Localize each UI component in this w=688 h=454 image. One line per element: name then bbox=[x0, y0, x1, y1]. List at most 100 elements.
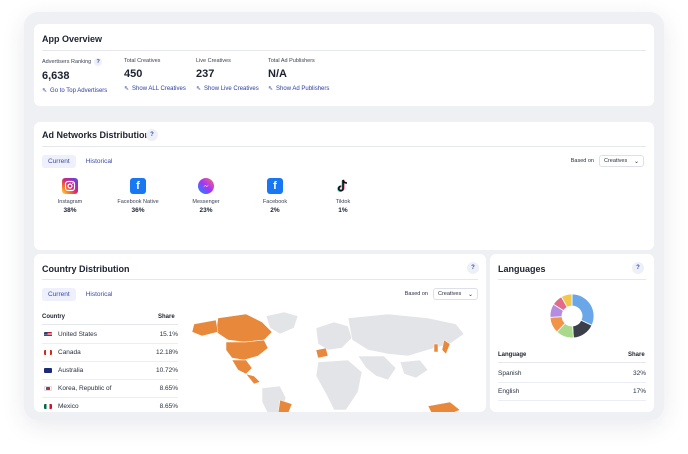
country-share: 8.65% bbox=[159, 385, 178, 392]
network-facebook-native: f Facebook Native 36% bbox=[108, 178, 168, 214]
networks-title: Ad Networks Distribution bbox=[42, 130, 151, 140]
stat-label: Total Ad Publishers bbox=[268, 58, 315, 64]
link-label: Show Ad Publishers bbox=[276, 85, 330, 92]
country-name: Mexico bbox=[58, 403, 79, 410]
table-row[interactable]: English 17% bbox=[498, 383, 646, 401]
stat-value: 6,638 bbox=[42, 70, 70, 82]
column-language: Language bbox=[498, 352, 527, 358]
language-share: 17% bbox=[632, 388, 646, 395]
network-instagram: Instagram 38% bbox=[40, 178, 100, 214]
network-percent: 38% bbox=[63, 207, 77, 214]
stat-value: 450 bbox=[124, 68, 143, 80]
country-share: 8.65% bbox=[159, 403, 178, 410]
network-name: Instagram bbox=[57, 199, 83, 205]
divider bbox=[498, 279, 646, 280]
australia-flag-icon bbox=[44, 368, 52, 373]
based-on-value: Creatives bbox=[438, 291, 462, 297]
link-label: Show Live Creatives bbox=[204, 85, 259, 92]
country-title: Country Distribution bbox=[42, 264, 130, 274]
country-name: United States bbox=[58, 331, 98, 338]
network-facebook: f Facebook 2% bbox=[245, 178, 305, 214]
mexico-flag-icon bbox=[44, 404, 52, 409]
table-row[interactable]: Mexico 8.65% bbox=[42, 398, 178, 412]
language-name: Spanish bbox=[498, 370, 522, 377]
show-ad-publishers-link[interactable]: ⇖ Show Ad Publishers bbox=[268, 85, 330, 93]
divider bbox=[42, 324, 178, 325]
go-to-top-advertisers-link[interactable]: ⇖ Go to Top Advertisers bbox=[42, 87, 108, 95]
network-percent: 23% bbox=[199, 207, 213, 214]
languages-donut-chart[interactable] bbox=[548, 292, 596, 340]
stat-advertisers-ranking: Advertisers Ranking? 6,638 ⇖ Go to Top Ad… bbox=[42, 58, 107, 94]
us-flag-icon bbox=[44, 332, 52, 337]
table-row[interactable]: Australia 10.72% bbox=[42, 362, 178, 380]
messenger-icon bbox=[198, 178, 214, 194]
tab-current[interactable]: Current bbox=[42, 155, 76, 168]
korea-flag-icon bbox=[44, 386, 52, 391]
canada-flag-icon bbox=[44, 350, 52, 355]
network-name: Facebook bbox=[262, 199, 288, 205]
show-all-creatives-link[interactable]: ⇖ Show ALL Creatives bbox=[124, 85, 186, 93]
divider bbox=[498, 362, 646, 363]
based-on-label: Based on bbox=[404, 291, 428, 297]
help-icon[interactable]: ? bbox=[146, 129, 158, 141]
tab-current[interactable]: Current bbox=[42, 288, 76, 301]
divider bbox=[42, 50, 646, 51]
tab-historical[interactable]: Historical bbox=[80, 288, 119, 301]
network-name: Messenger bbox=[192, 199, 220, 205]
stat-label: Advertisers Ranking bbox=[42, 59, 92, 65]
network-messenger: Messenger 23% bbox=[176, 178, 236, 214]
country-name: Canada bbox=[58, 349, 81, 356]
based-on-select[interactable]: Creatives ⌄ bbox=[433, 288, 478, 300]
table-row[interactable]: Canada 12.18% bbox=[42, 344, 178, 362]
based-on-select[interactable]: Creatives ⌄ bbox=[599, 155, 644, 167]
column-share: Share bbox=[158, 314, 175, 320]
stat-total-ad-publishers: Total Ad Publishers N/A ⇖ Show Ad Publish… bbox=[268, 58, 329, 92]
language-share: 32% bbox=[632, 370, 646, 377]
link-label: Go to Top Advertisers bbox=[50, 87, 108, 94]
country-distribution-card: Country Distribution ? Current Historica… bbox=[34, 254, 486, 412]
network-tiktok: Tiktok 1% bbox=[313, 178, 373, 214]
network-percent: 1% bbox=[338, 207, 348, 214]
network-name: Tiktok bbox=[335, 199, 351, 205]
stat-total-creatives: Total Creatives 450 ⇖ Show ALL Creatives bbox=[124, 58, 186, 92]
based-on-value: Creatives bbox=[604, 158, 628, 164]
network-percent: 2% bbox=[270, 207, 280, 214]
link-label: Show ALL Creatives bbox=[132, 85, 186, 92]
table-row[interactable]: Spanish 32% bbox=[498, 365, 646, 383]
world-map[interactable] bbox=[188, 310, 480, 412]
country-name: Australia bbox=[58, 367, 84, 374]
column-share: Share bbox=[628, 352, 645, 358]
divider bbox=[42, 279, 478, 280]
table-row[interactable]: United States 15.1% bbox=[42, 326, 178, 344]
based-on-control: Based on Creatives ⌄ bbox=[405, 288, 478, 300]
help-icon[interactable]: ? bbox=[94, 58, 103, 66]
network-name: Facebook Native bbox=[117, 199, 159, 205]
show-live-creatives-link[interactable]: ⇖ Show Live Creatives bbox=[196, 85, 259, 93]
chevron-down-icon: ⌄ bbox=[633, 158, 639, 165]
arrow-up-left-icon: ⇖ bbox=[268, 86, 274, 92]
arrow-up-left-icon: ⇖ bbox=[196, 86, 202, 92]
help-icon[interactable]: ? bbox=[467, 262, 479, 274]
divider bbox=[42, 146, 646, 147]
stat-live-creatives: Live Creatives 237 ⇖ Show Live Creatives bbox=[196, 58, 259, 92]
tab-historical[interactable]: Historical bbox=[80, 155, 119, 168]
country-name: Korea, Republic of bbox=[58, 385, 112, 392]
network-percent: 36% bbox=[131, 207, 145, 214]
instagram-icon bbox=[62, 178, 78, 194]
donut-slice[interactable] bbox=[571, 293, 595, 326]
table-row[interactable]: Korea, Republic of 8.65% bbox=[42, 380, 178, 398]
country-share: 15.1% bbox=[159, 331, 178, 338]
country-share: 12.18% bbox=[155, 349, 178, 356]
languages-title: Languages bbox=[498, 264, 546, 274]
stat-label: Total Creatives bbox=[124, 58, 161, 64]
facebook-icon: f bbox=[130, 178, 146, 194]
chevron-down-icon: ⌄ bbox=[467, 291, 473, 298]
arrow-up-left-icon: ⇖ bbox=[124, 86, 130, 92]
help-icon[interactable]: ? bbox=[632, 262, 644, 274]
based-on-control: Based on Creatives ⌄ bbox=[571, 155, 644, 167]
stat-label: Live Creatives bbox=[196, 58, 231, 64]
overview-title: App Overview bbox=[42, 34, 103, 44]
stat-value: 237 bbox=[196, 68, 215, 80]
language-name: English bbox=[498, 388, 520, 395]
column-country: Country bbox=[42, 314, 65, 320]
